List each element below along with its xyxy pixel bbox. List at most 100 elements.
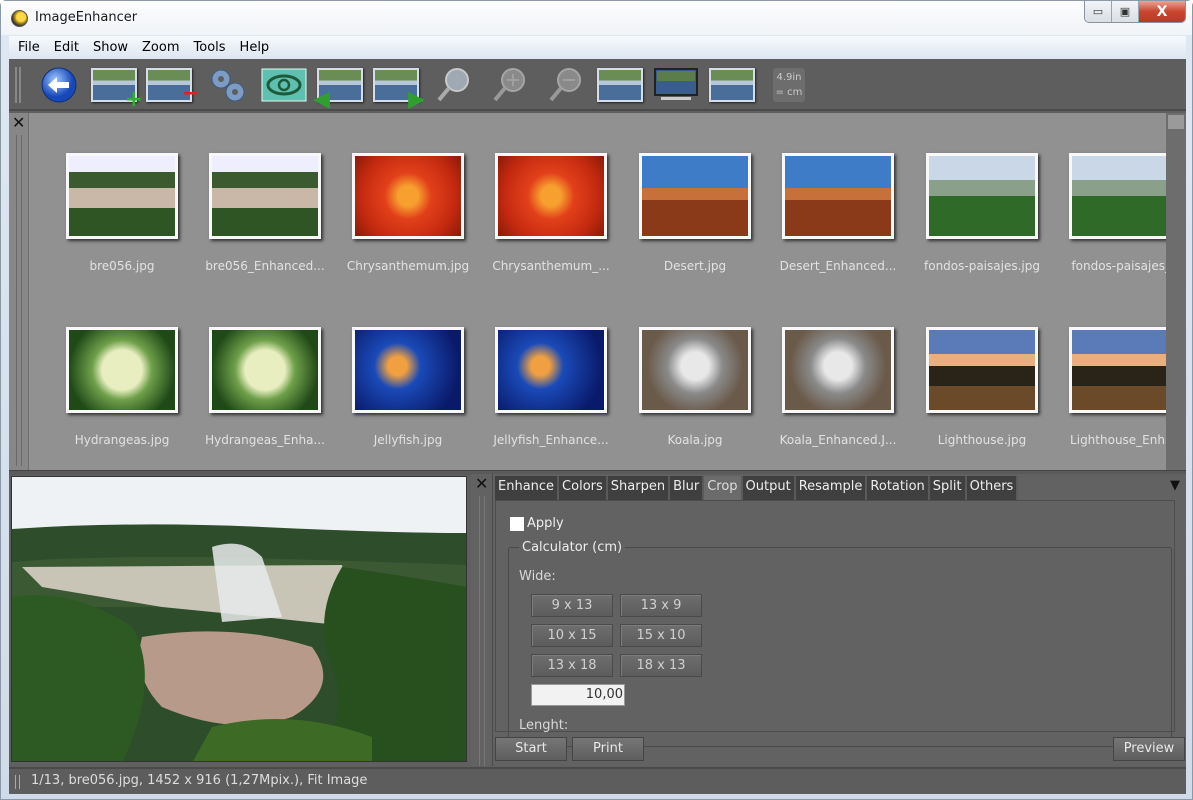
thumbnail-image[interactable] (782, 327, 894, 413)
fit-image-button[interactable] (595, 65, 645, 105)
thumbnail-image[interactable] (1069, 153, 1181, 239)
thumbnail-image[interactable] (495, 153, 607, 239)
add-image-button[interactable]: + (89, 65, 143, 111)
tab-colors[interactable]: Colors (559, 476, 608, 500)
menu-edit[interactable]: Edit (47, 36, 86, 59)
apply-label: Apply (527, 516, 564, 531)
menu-tools[interactable]: Tools (187, 36, 233, 59)
tools-panel: ✕ Enhance Colors Sharpen Blur Crop Output Resa… (471, 474, 1186, 766)
zoom-fit-button[interactable] (433, 65, 473, 105)
preview-button[interactable]: Preview (1113, 737, 1185, 761)
thumbnail-item[interactable]: fondos-paisajes.jpg (917, 153, 1047, 273)
fullscreen-button[interactable] (651, 65, 701, 105)
print-button[interactable]: Print (572, 737, 644, 761)
thumbnail-caption: Hydrangeas_Enha... (205, 433, 325, 447)
thumbnail-item[interactable]: bre056_Enhanced... (200, 153, 330, 273)
preset-13x18-button[interactable]: 13 x 18 (531, 654, 613, 677)
tab-sharpen[interactable]: Sharpen (607, 476, 671, 500)
thumbnail-image[interactable] (66, 153, 178, 239)
thumbnail-image[interactable] (495, 327, 607, 413)
status-text: 1/13, bre056.jpg, 1452 x 916 (1,27Mpix.)… (31, 773, 368, 788)
close-tools-panel-icon[interactable]: ✕ (475, 474, 488, 493)
back-button[interactable] (39, 65, 79, 105)
thumbnail-item[interactable]: Chrysanthemum.jpg (343, 153, 473, 273)
thumbnail-image[interactable] (926, 153, 1038, 239)
thumbnail-image[interactable] (639, 153, 751, 239)
thumbnail-image[interactable] (782, 153, 894, 239)
thumbnail-caption: Chrysanthemum_... (492, 259, 610, 273)
zoom-out-icon (549, 68, 581, 102)
apply-checkbox[interactable]: Apply (510, 516, 564, 531)
gears-icon (211, 69, 245, 102)
tab-enhance[interactable]: Enhance (495, 476, 560, 500)
unit-bottom: = cm (775, 87, 803, 98)
preset-18x13-button[interactable]: 18 x 13 (620, 654, 702, 677)
thumbnail-item[interactable]: Hydrangeas.jpg (57, 327, 187, 447)
actual-size-button[interactable] (707, 65, 757, 105)
fit-image-icon (597, 68, 643, 102)
preset-13x9-button[interactable]: 13 x 9 (620, 594, 702, 617)
thumbnail-image[interactable] (926, 327, 1038, 413)
thumbnail-item[interactable]: Koala_Enhanced.J... (773, 327, 903, 447)
title-bar: ImageEnhancer ▭ ▣ X (1, 1, 1192, 35)
scrollbar-thumb[interactable] (1168, 115, 1184, 129)
view-button[interactable] (259, 65, 309, 105)
zoom-out-button[interactable] (545, 65, 585, 105)
thumbnail-item[interactable]: bre056.jpg (57, 153, 187, 273)
magnifier-icon (437, 68, 469, 102)
thumbnail-item[interactable]: Koala.jpg (630, 327, 760, 447)
preset-9x13-button[interactable]: 9 x 13 (531, 594, 613, 617)
thumbnail-scrollbar[interactable] (1166, 113, 1186, 470)
unit-toggle-button[interactable]: 4.9in = cm (771, 65, 807, 105)
thumbnail-image[interactable] (352, 327, 464, 413)
thumbnail-image[interactable] (209, 327, 321, 413)
window-title: ImageEnhancer (35, 10, 138, 25)
tab-blur[interactable]: Blur (670, 476, 705, 500)
tab-crop[interactable]: Crop (704, 476, 743, 500)
thumbnail-item[interactable]: Jellyfish_Enhance... (486, 327, 616, 447)
previous-image-button[interactable]: ◀ (313, 65, 365, 111)
toolbar-grip[interactable] (15, 67, 21, 103)
next-image-button[interactable]: ▶ (371, 65, 425, 111)
calculator-group: Calculator (cm) Wide: 9 x 13 13 x 9 10 x… (508, 540, 1172, 747)
close-window-button[interactable]: X (1139, 1, 1185, 22)
tab-rotation[interactable]: Rotation (867, 476, 930, 500)
tab-split[interactable]: Split (929, 476, 967, 500)
start-button[interactable]: Start (495, 737, 567, 761)
preset-10x15-button[interactable]: 10 x 15 (531, 624, 613, 647)
thumbnail-item[interactable]: Desert_Enhanced... (773, 153, 903, 273)
remove-image-button[interactable]: − (144, 65, 200, 105)
preset-15x10-button[interactable]: 15 x 10 (620, 624, 702, 647)
thumbnail-image[interactable] (639, 327, 751, 413)
thumbnail-image[interactable] (66, 327, 178, 413)
menu-zoom[interactable]: Zoom (135, 36, 186, 59)
thumbnail-item[interactable]: Jellyfish.jpg (343, 327, 473, 447)
tab-others[interactable]: Others (966, 476, 1019, 500)
menu-file[interactable]: File (11, 36, 47, 59)
minimize-button[interactable]: ▭ (1085, 1, 1112, 22)
menu-help[interactable]: Help (233, 36, 277, 59)
tabs-dropdown-icon[interactable]: ▼ (1170, 478, 1180, 493)
menu-show[interactable]: Show (86, 36, 135, 59)
thumbnail-item[interactable]: Hydrangeas_Enha... (200, 327, 330, 447)
thumbnail-caption: Hydrangeas.jpg (74, 433, 170, 447)
thumbnail-item[interactable]: Desert.jpg (630, 153, 760, 273)
thumbnail-image[interactable] (209, 153, 321, 239)
tab-output[interactable]: Output (742, 476, 796, 500)
settings-button[interactable] (205, 65, 251, 105)
app-window: ImageEnhancer ▭ ▣ X File Edit Show Zoom … (0, 0, 1193, 800)
maximize-button[interactable]: ▣ (1112, 1, 1139, 22)
close-icon: X (1156, 3, 1168, 20)
thumbnail-item[interactable]: Lighthouse.jpg (917, 327, 1047, 447)
thumbnail-image[interactable] (352, 153, 464, 239)
next-image-icon: ▶ (373, 68, 425, 111)
waterfall-preview-image (12, 477, 466, 761)
apply-checkbox-box[interactable] (510, 516, 524, 531)
zoom-in-button[interactable] (489, 65, 529, 105)
close-thumbnail-panel-icon[interactable]: ✕ (12, 113, 25, 132)
wide-value-input[interactable]: 10,00 (531, 684, 625, 706)
thumbnail-image[interactable] (1069, 327, 1181, 413)
tab-resample[interactable]: Resample (795, 476, 868, 500)
app-logo-icon (11, 10, 28, 27)
thumbnail-item[interactable]: Chrysanthemum_... (486, 153, 616, 273)
